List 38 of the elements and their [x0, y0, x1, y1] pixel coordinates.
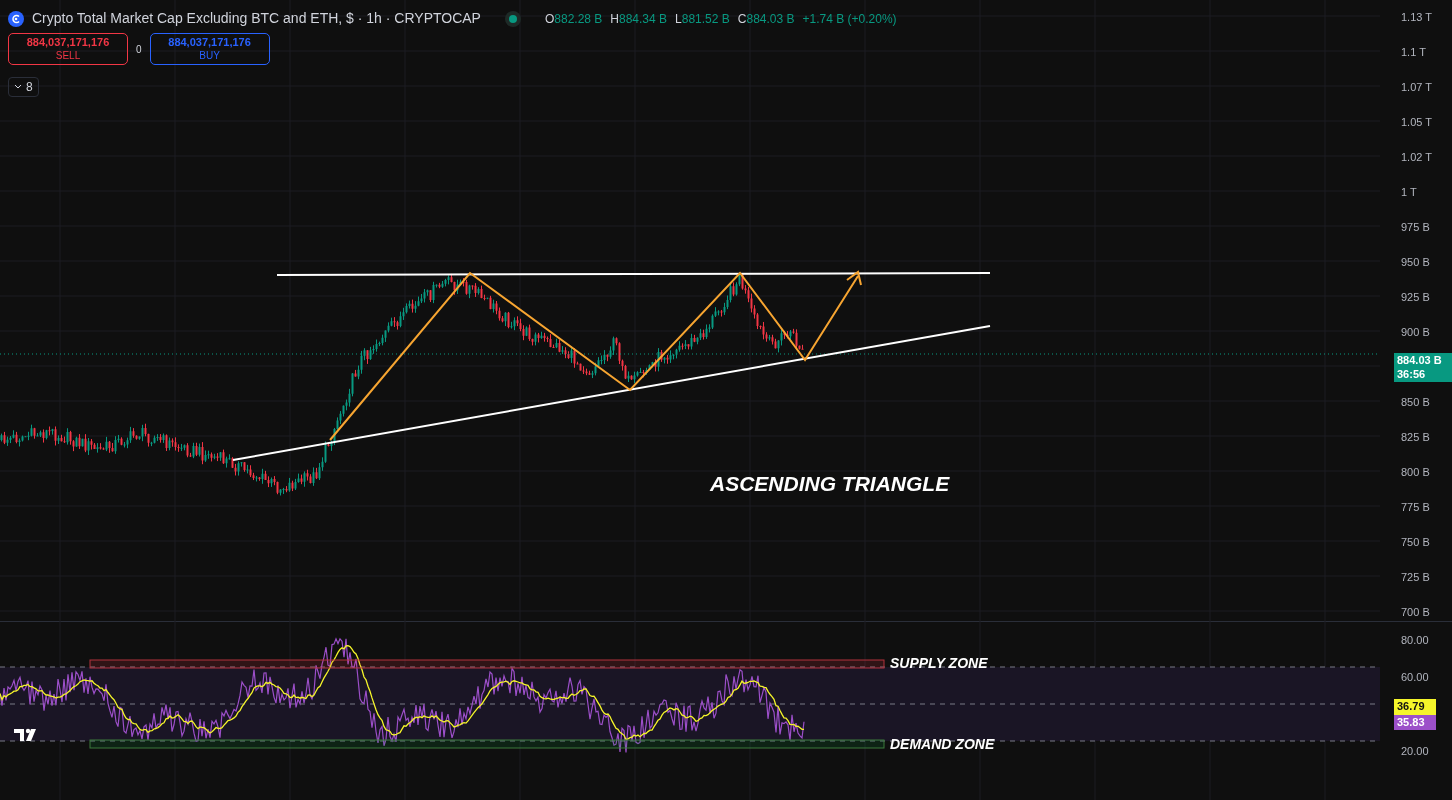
axis-label: 750 B: [1401, 535, 1430, 551]
sell-button[interactable]: 884,037,171,176 SELL: [8, 33, 128, 66]
pattern-label: ASCENDING TRIANGLE: [710, 472, 950, 495]
axis-label: 800 B: [1401, 465, 1430, 481]
zone-label: SUPPLY ZONE: [890, 655, 988, 671]
logo-icon: [14, 728, 36, 741]
spread-value: 0: [136, 42, 142, 57]
axis-label: 700 B: [1401, 605, 1430, 621]
axis-label: 950 B: [1401, 255, 1430, 271]
last-price-label: 884.03 B 36:56: [1394, 353, 1452, 382]
axis-label: 925 B: [1401, 290, 1430, 306]
coin-icon: [8, 10, 24, 27]
axis-label: 1 T: [1401, 185, 1417, 201]
indicators-toggle[interactable]: 8: [8, 77, 39, 98]
ohlc-value: H884.34 B: [610, 10, 668, 28]
axis-label: 1.13 T: [1401, 10, 1432, 26]
axis-label: 725 B: [1401, 570, 1430, 586]
price-change: +1.74 B (+0.20%): [802, 10, 897, 28]
indicator-value-label: 36.79: [1394, 699, 1436, 715]
axis-label: 80.00: [1401, 633, 1429, 649]
chart-title: Crypto Total Market Cap Excluding BTC and ETH, $ · 1h · CRYPTOCAP: [32, 9, 481, 28]
axis-label: 1.07 T: [1401, 80, 1432, 96]
axis-label: 825 B: [1401, 430, 1430, 446]
ohlc-value: O882.28 B: [544, 10, 603, 28]
axis-label: 1.1 T: [1401, 45, 1426, 61]
axis-label: 775 B: [1401, 500, 1430, 516]
chevron-icon: [14, 84, 22, 91]
axis-label: 850 B: [1401, 395, 1430, 411]
ohlc-value: L881.52 B: [675, 10, 730, 28]
axis-label: 60.00: [1401, 670, 1429, 686]
axis-label: 900 B: [1401, 325, 1430, 341]
zone-label: DEMAND ZONE: [890, 736, 995, 752]
axis-label: 1.05 T: [1401, 115, 1432, 131]
ohlc-value: C884.03 B: [737, 10, 795, 28]
axis-label: 1.02 T: [1401, 150, 1432, 166]
buy-button[interactable]: 884,037,171,176 BUY: [149, 33, 270, 66]
axis-label: 975 B: [1401, 220, 1430, 236]
axis-label: 20.00: [1401, 744, 1429, 760]
